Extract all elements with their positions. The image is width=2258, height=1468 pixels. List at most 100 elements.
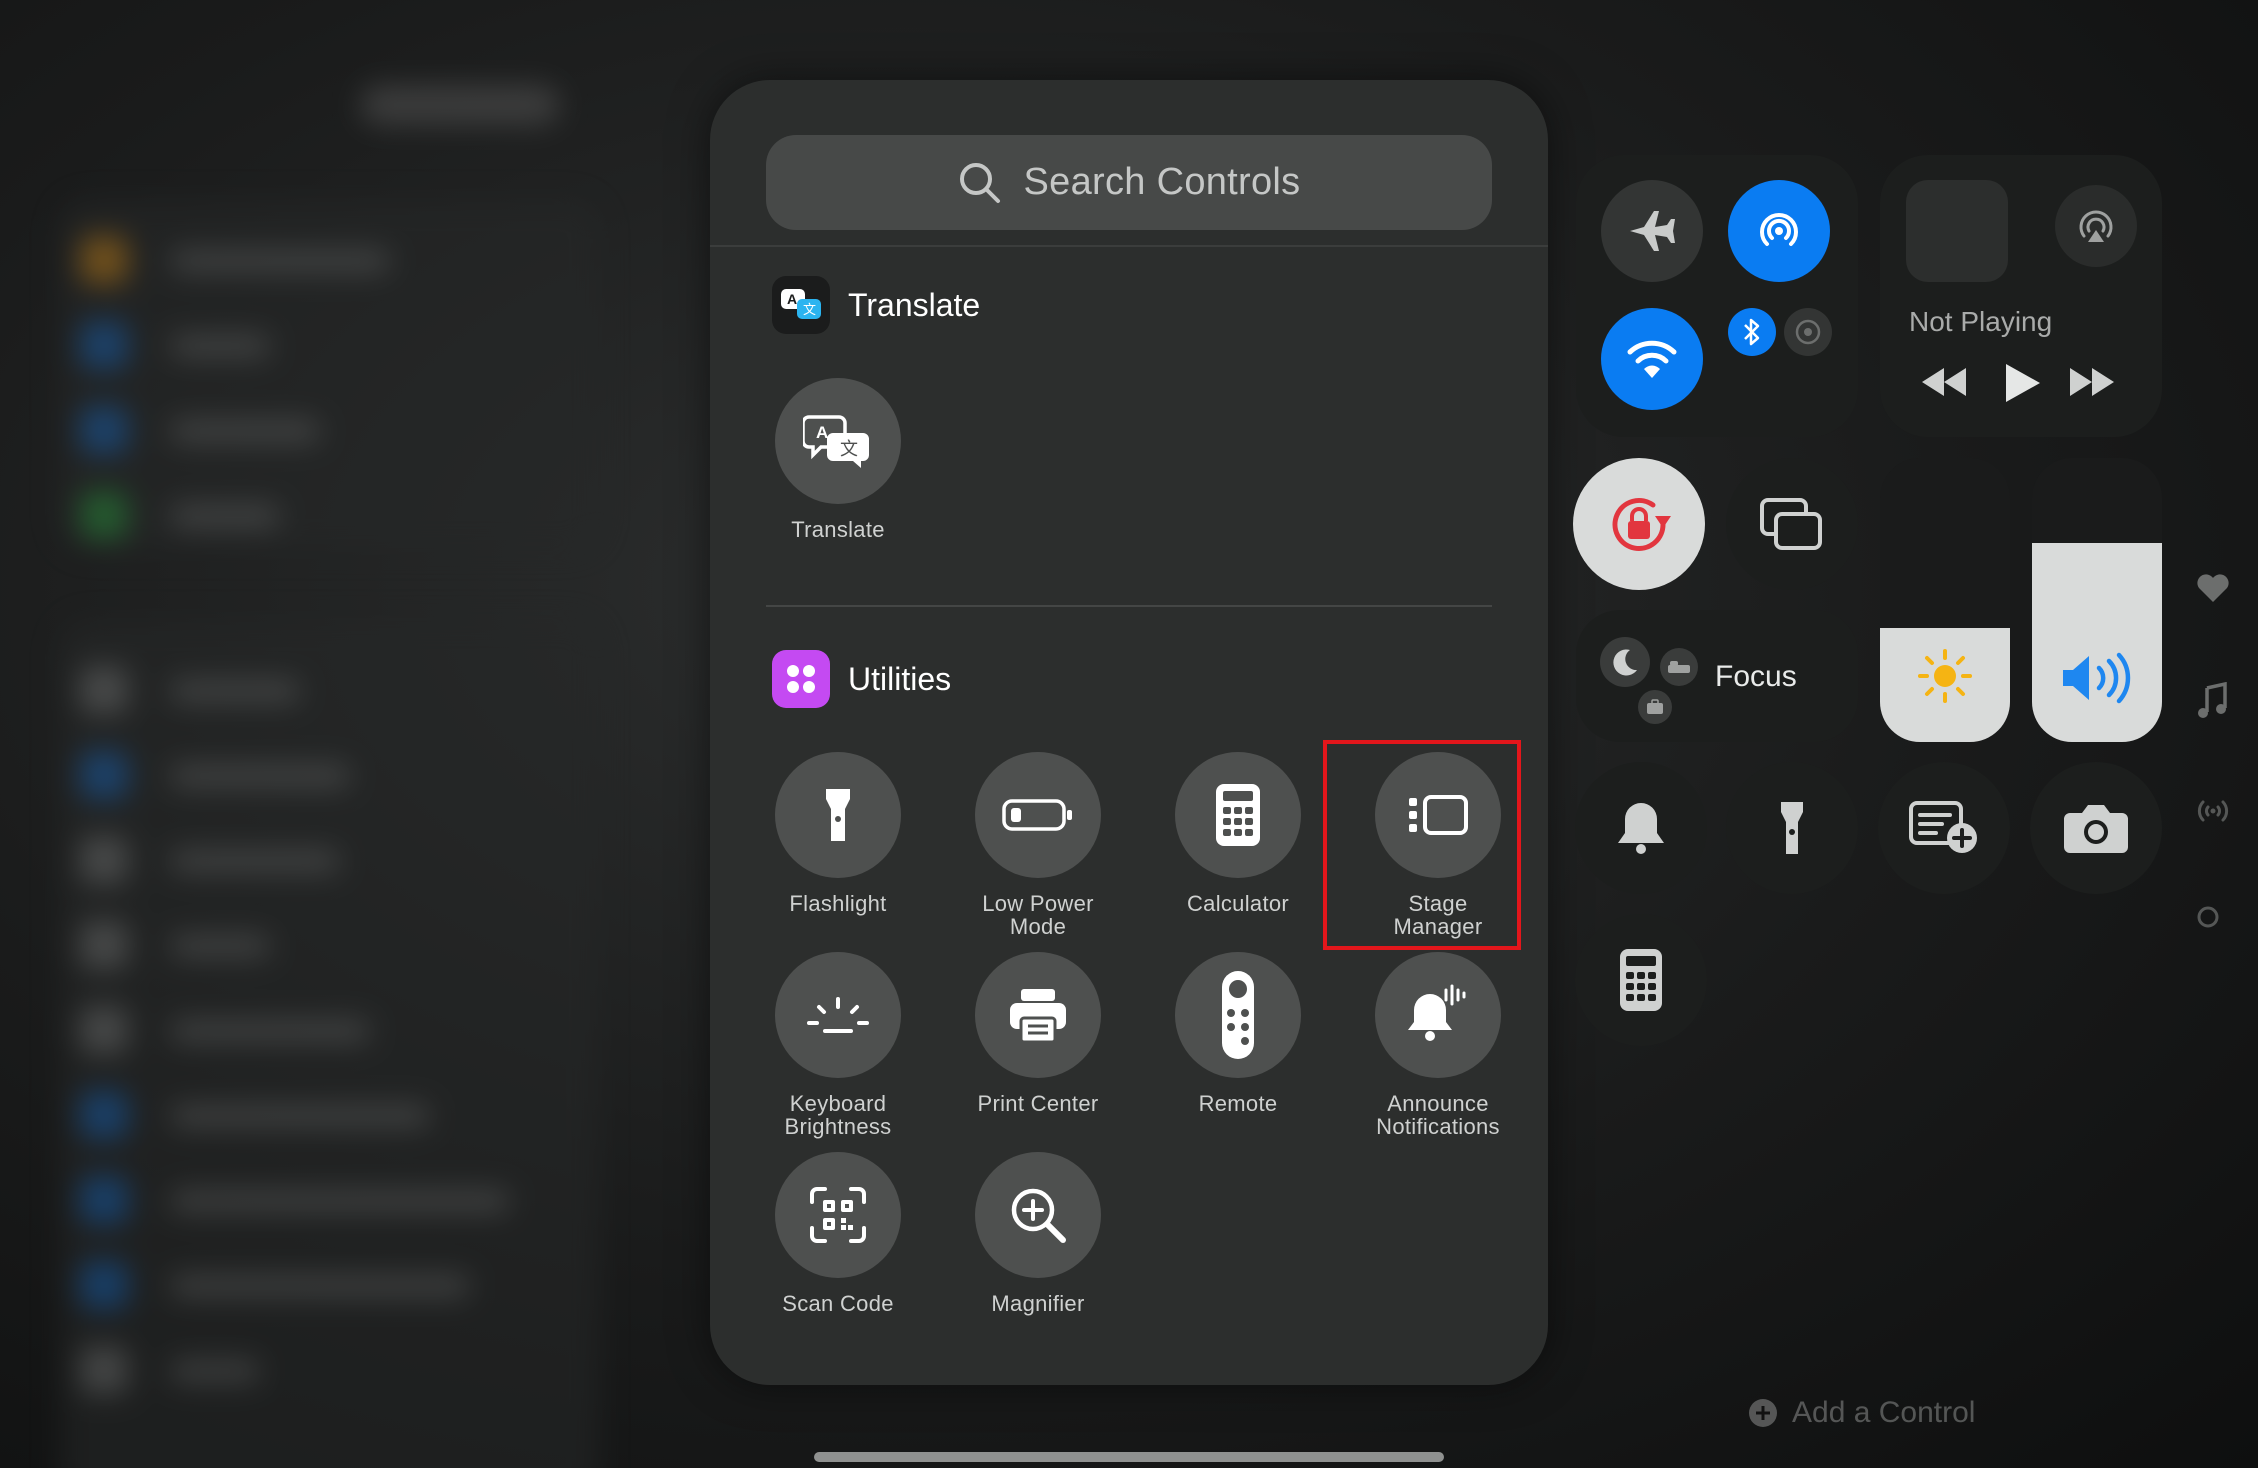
bell-icon bbox=[1618, 803, 1664, 854]
tv-remote-icon bbox=[1222, 971, 1254, 1059]
wifi-toggle[interactable] bbox=[1601, 308, 1703, 410]
silent-mode-toggle[interactable] bbox=[1575, 762, 1707, 894]
control-label: Remote bbox=[1198, 1091, 1278, 1116]
bluetooth-icon bbox=[1744, 318, 1760, 346]
control-announce-notifications[interactable]: Announce Notifications bbox=[1338, 952, 1538, 1138]
control-low-power-mode[interactable]: Low Power Mode bbox=[938, 752, 1138, 938]
svg-text:文: 文 bbox=[803, 303, 816, 318]
add-a-control-label: Add a Control bbox=[1792, 1396, 1976, 1429]
magnifier-icon bbox=[1011, 1188, 1066, 1243]
utilities-section-header: Utilities bbox=[772, 650, 951, 708]
control-label: Keyboard Brightness bbox=[784, 1091, 892, 1139]
announce-notifications-button[interactable] bbox=[1375, 952, 1501, 1078]
control-label: Announce Notifications bbox=[1376, 1091, 1500, 1139]
blurred-settings-sidebar bbox=[40, 80, 600, 1468]
cellular-icon bbox=[1795, 319, 1821, 345]
remote-button[interactable] bbox=[1175, 952, 1301, 1078]
orientation-lock-toggle[interactable] bbox=[1573, 458, 1705, 590]
search-divider bbox=[710, 245, 1548, 247]
add-a-control-button[interactable]: Add a Control bbox=[1748, 1396, 1975, 1430]
airplay-button[interactable] bbox=[2055, 185, 2137, 267]
signal-broadcast-icon[interactable] bbox=[2195, 796, 2231, 831]
announce-bell-icon bbox=[1408, 984, 1466, 1041]
utilities-section-title: Utilities bbox=[848, 660, 952, 697]
quick-note-icon bbox=[1909, 801, 1977, 853]
section-divider bbox=[766, 605, 1492, 607]
control-label: Low Power Mode bbox=[982, 891, 1094, 939]
calculator-control[interactable] bbox=[1575, 914, 1707, 1046]
svg-text:文: 文 bbox=[840, 439, 858, 460]
play-icon bbox=[2006, 364, 2040, 402]
rewind-button[interactable] bbox=[1920, 366, 1968, 403]
sun-icon bbox=[1918, 649, 1972, 703]
airplane-icon bbox=[1630, 211, 1675, 251]
plus-circle-icon bbox=[1749, 1399, 1777, 1427]
svg-text:A: A bbox=[816, 423, 828, 442]
printer-icon bbox=[1010, 989, 1066, 1044]
control-label: Translate bbox=[791, 517, 885, 542]
control-magnifier[interactable]: Magnifier bbox=[938, 1152, 1138, 1315]
calculator-button[interactable] bbox=[1175, 752, 1301, 878]
control-calculator[interactable]: Calculator bbox=[1138, 752, 1338, 915]
control-translate[interactable]: A 文 Translate bbox=[738, 378, 938, 541]
heart-icon[interactable] bbox=[2195, 572, 2231, 609]
svg-text:A: A bbox=[787, 291, 797, 307]
flashlight-toggle[interactable] bbox=[1726, 762, 1858, 894]
airdrop-icon bbox=[1760, 212, 1798, 246]
now-playing-status: Not Playing bbox=[1909, 306, 2053, 337]
control-flashlight[interactable]: Flashlight bbox=[738, 752, 938, 915]
control-print-center[interactable]: Print Center bbox=[938, 952, 1138, 1115]
work-icon bbox=[1638, 690, 1672, 724]
battery-icon bbox=[1002, 799, 1072, 831]
flashlight-icon bbox=[1781, 802, 1803, 854]
screen-mirroring-toggle[interactable] bbox=[1726, 458, 1858, 590]
translate-app-icon: A 文 bbox=[772, 276, 830, 334]
bluetooth-toggle[interactable] bbox=[1728, 308, 1776, 356]
calculator-icon bbox=[1216, 784, 1260, 846]
cellular-toggle[interactable] bbox=[1784, 308, 1832, 356]
scan-code-button[interactable] bbox=[775, 1152, 901, 1278]
flashlight-button[interactable] bbox=[775, 752, 901, 878]
volume-slider[interactable] bbox=[2032, 458, 2162, 742]
control-label: Scan Code bbox=[782, 1291, 894, 1316]
keyboard-brightness-button[interactable] bbox=[775, 952, 901, 1078]
search-placeholder: Search Controls bbox=[1023, 161, 1301, 203]
music-note-icon[interactable] bbox=[2195, 681, 2229, 725]
keyboard-brightness-icon bbox=[807, 997, 869, 1033]
control-label: Print Center bbox=[977, 1091, 1099, 1116]
moon-icon bbox=[1600, 637, 1650, 687]
focus-label: Focus bbox=[1715, 660, 1797, 693]
page-dot-icon[interactable] bbox=[2195, 904, 2221, 935]
home-indicator[interactable] bbox=[814, 1452, 1444, 1462]
wifi-icon bbox=[1627, 340, 1677, 378]
airdrop-toggle[interactable] bbox=[1728, 180, 1830, 282]
airplay-audio-icon bbox=[2079, 210, 2113, 242]
print-center-button[interactable] bbox=[975, 952, 1101, 1078]
control-scan-code[interactable]: Scan Code bbox=[738, 1152, 938, 1315]
album-art-placeholder bbox=[1906, 180, 2008, 282]
play-button[interactable] bbox=[2002, 362, 2042, 409]
flashlight-icon bbox=[826, 789, 850, 841]
search-controls-field[interactable]: Search Controls bbox=[766, 135, 1492, 230]
brightness-slider[interactable] bbox=[1880, 458, 2010, 742]
translate-bubbles-icon: A 文 bbox=[803, 415, 869, 468]
qr-code-icon bbox=[810, 1187, 866, 1243]
volume-fill bbox=[2032, 543, 2162, 742]
magnifier-button[interactable] bbox=[975, 1152, 1101, 1278]
camera-icon bbox=[2064, 805, 2128, 853]
control-label: Calculator bbox=[1186, 891, 1290, 916]
control-label: Flashlight bbox=[789, 891, 887, 916]
fast-forward-button[interactable] bbox=[2068, 366, 2116, 403]
airplane-mode-toggle[interactable] bbox=[1601, 180, 1703, 282]
control-keyboard-brightness[interactable]: Keyboard Brightness bbox=[738, 952, 938, 1138]
camera-button[interactable] bbox=[2030, 762, 2162, 894]
fast-forward-icon bbox=[2070, 368, 2114, 396]
calculator-icon bbox=[1620, 949, 1662, 1011]
control-remote[interactable]: Remote bbox=[1138, 952, 1338, 1115]
translate-button[interactable]: A 文 bbox=[775, 378, 901, 504]
orientation-lock-icon bbox=[1612, 498, 1671, 551]
quick-note-button[interactable] bbox=[1878, 762, 2010, 894]
add-controls-panel: Search Controls A 文 Translate A 文 Transl… bbox=[710, 80, 1548, 1385]
translate-section-title: Translate bbox=[848, 286, 981, 323]
low-power-mode-button[interactable] bbox=[975, 752, 1101, 878]
